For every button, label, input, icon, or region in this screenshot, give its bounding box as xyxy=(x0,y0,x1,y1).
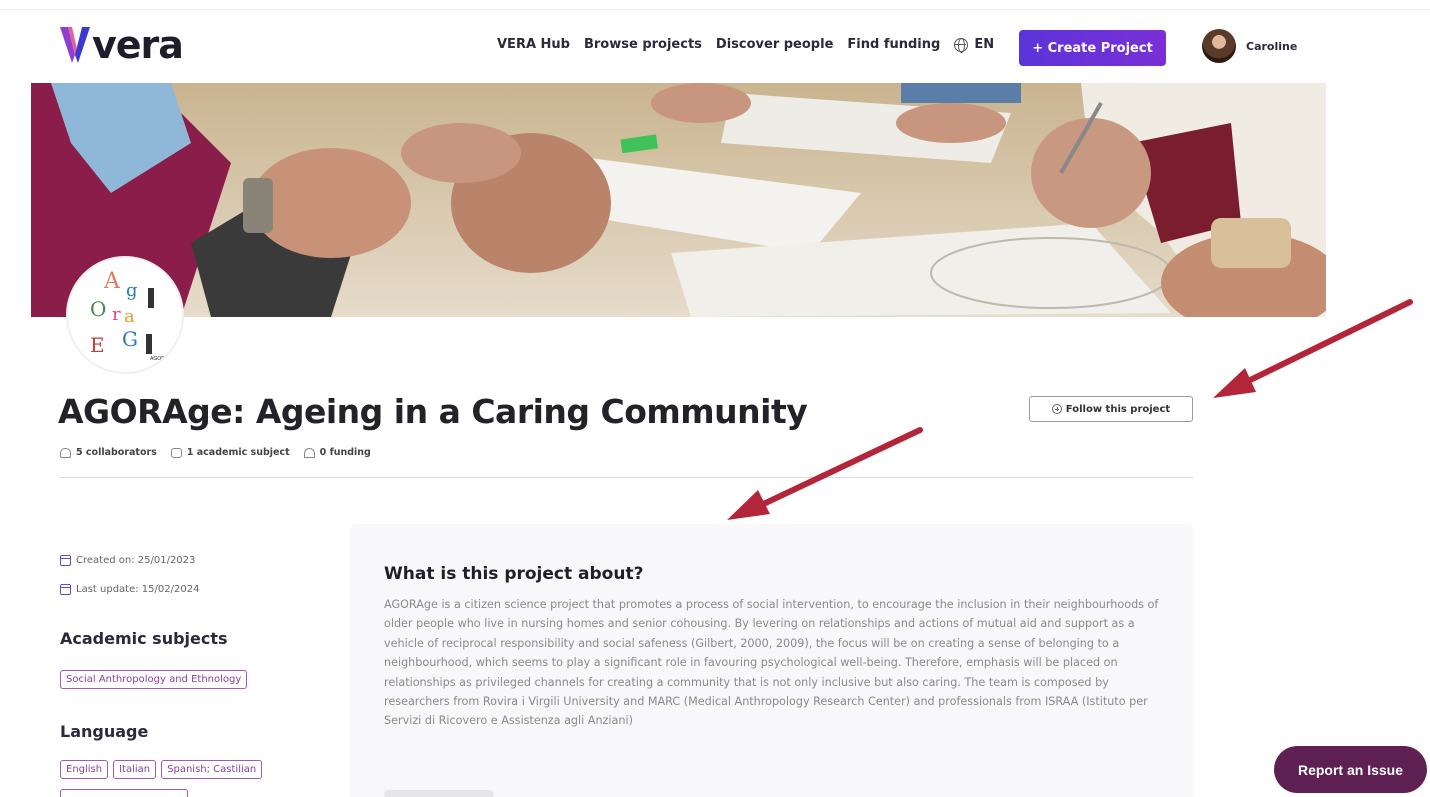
about-heading: What is this project about? xyxy=(384,564,644,584)
svg-text:O: O xyxy=(90,297,106,321)
about-card: What is this project about? AGORAge is a… xyxy=(350,524,1193,797)
create-project-button[interactable]: + Create Project xyxy=(1019,30,1166,66)
nav-discover-people[interactable]: Discover people xyxy=(716,37,833,52)
vera-v-icon xyxy=(60,27,90,63)
svg-text:g: g xyxy=(126,280,138,301)
tag-language-spanish[interactable]: Spanish; Castilian xyxy=(161,760,263,779)
header: vera VERA Hub Browse projects Discover p… xyxy=(0,11,1430,83)
svg-text:E: E xyxy=(90,333,105,357)
project-stats: 5 collaborators 1 academic subject 0 fun… xyxy=(60,447,371,458)
project-logo-caption: AGORAge xyxy=(150,356,174,362)
users-icon xyxy=(60,447,71,458)
stat-funding: 0 funding xyxy=(303,447,371,458)
nav-vera-hub[interactable]: VERA Hub xyxy=(497,37,570,52)
bell-icon xyxy=(303,447,315,458)
stat-subjects: 1 academic subject xyxy=(170,447,290,458)
vera-logo[interactable]: vera xyxy=(60,23,184,67)
last-update-date: Last update: 15/02/2024 xyxy=(60,584,199,595)
avatar[interactable] xyxy=(1202,29,1236,63)
svg-text:G: G xyxy=(122,327,138,351)
academic-subjects-heading: Academic subjects xyxy=(60,629,228,648)
created-date: Created on: 25/01/2023 xyxy=(60,555,195,566)
follow-project-button[interactable]: Follow this project xyxy=(1029,396,1193,422)
arrow-to-about-card xyxy=(727,427,923,520)
plus-circle-icon xyxy=(1051,404,1062,414)
language-heading: Language xyxy=(60,722,149,741)
svg-text:a: a xyxy=(124,306,135,327)
tag-language-italian[interactable]: Italian xyxy=(113,760,157,779)
next-section-heading-partial xyxy=(384,790,494,797)
follow-label: Follow this project xyxy=(1065,403,1171,415)
nav-find-funding[interactable]: Find funding xyxy=(847,37,940,52)
project-logo: A g O r a G E AGORAge xyxy=(66,256,184,374)
project-banner-image xyxy=(31,83,1326,317)
language-tags: English Italian Spanish; Castilian xyxy=(60,760,263,779)
report-issue-button[interactable]: Report an Issue xyxy=(1274,746,1427,793)
calendar-icon xyxy=(60,555,71,566)
chat-icon xyxy=(170,447,182,458)
tag-language-partial[interactable] xyxy=(60,789,188,797)
language-selector[interactable]: EN xyxy=(954,37,995,53)
brand-name: vera xyxy=(92,23,184,67)
globe-icon xyxy=(954,37,969,53)
calendar-icon xyxy=(60,584,71,595)
top-border xyxy=(0,0,1430,10)
stat-collaborators: 5 collaborators xyxy=(60,447,157,458)
user-menu[interactable]: Caroline xyxy=(1202,29,1297,63)
main-nav: VERA Hub Browse projects Discover people… xyxy=(497,37,995,53)
about-description: AGORAge is a citizen science project tha… xyxy=(384,598,1159,728)
svg-text:A: A xyxy=(103,269,121,294)
language-label: EN xyxy=(974,37,995,52)
divider xyxy=(60,477,1193,478)
academic-subject-tags: Social Anthropology and Ethnology xyxy=(60,667,248,689)
tag-language-english[interactable]: English xyxy=(60,760,109,779)
user-name: Caroline xyxy=(1246,39,1298,53)
tag-academic-subject[interactable]: Social Anthropology and Ethnology xyxy=(60,670,248,689)
svg-text:r: r xyxy=(112,304,121,325)
nav-browse-projects[interactable]: Browse projects xyxy=(584,37,702,52)
project-title: AGORAge: Ageing in a Caring Community xyxy=(58,392,808,431)
